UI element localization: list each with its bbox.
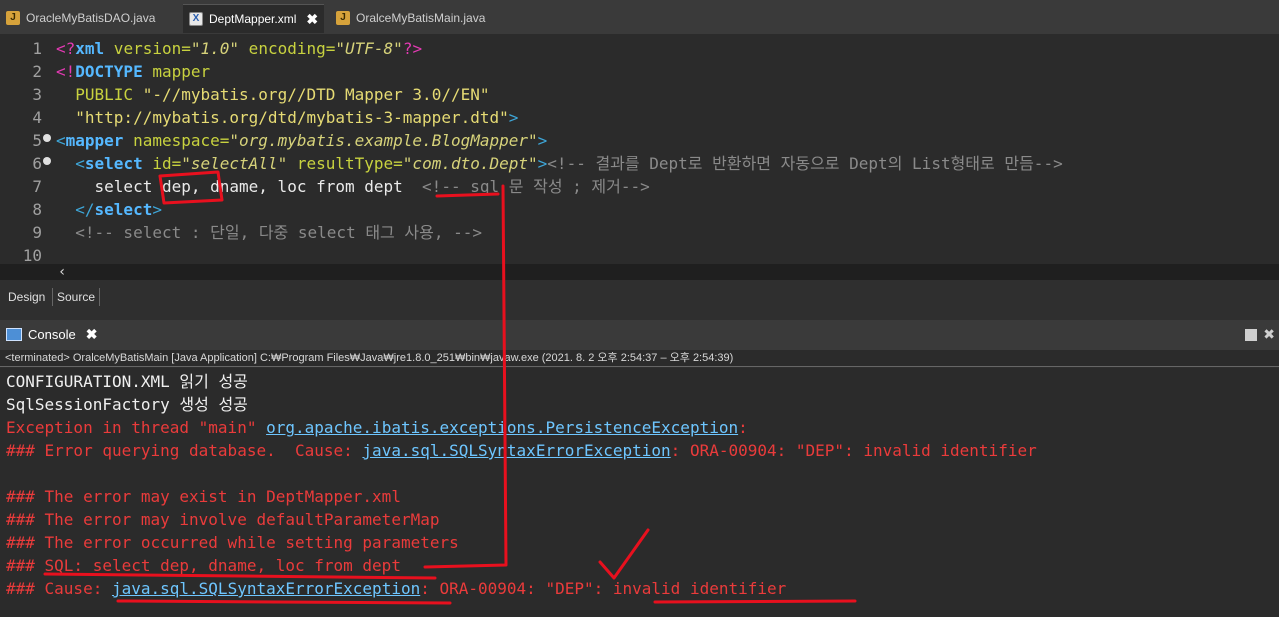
console-line: Exception in thread "main" org.apache.ib… bbox=[6, 418, 748, 437]
java-file-icon: J bbox=[336, 11, 350, 25]
console-line: ### Error querying database. Cause: java… bbox=[6, 441, 1037, 460]
line-number: 8 bbox=[32, 200, 42, 219]
tab-source[interactable]: Source bbox=[52, 288, 101, 306]
line-number: 1 bbox=[32, 39, 42, 58]
xml-file-icon: X bbox=[189, 12, 203, 26]
code-line-3: PUBLIC "-//mybatis.org//DTD Mapper 3.0//… bbox=[56, 85, 490, 104]
line-number-gutter: 1 2 3 4 5 6 7 8 9 10 bbox=[0, 34, 51, 266]
line-number: 3 bbox=[32, 85, 42, 104]
exception-link[interactable]: org.apache.ibatis.exceptions.Persistence… bbox=[266, 418, 738, 437]
line-number: 2 bbox=[32, 62, 42, 81]
console-line: ### Cause: java.sql.SQLSyntaxErrorExcept… bbox=[6, 579, 787, 598]
close-icon[interactable]: ✖ bbox=[306, 11, 318, 28]
line-number: 7 bbox=[32, 177, 42, 196]
console-line: SqlSessionFactory 생성 성공 bbox=[6, 395, 248, 414]
console-line: ### The error may involve defaultParamet… bbox=[6, 510, 440, 529]
fold-toggle-icon[interactable] bbox=[43, 134, 51, 142]
tab-label: OralceMyBatisMain.java bbox=[356, 11, 486, 25]
code-line-1: <?xml version="1.0" encoding="UTF-8"?> bbox=[56, 39, 423, 58]
java-file-icon: J bbox=[6, 11, 20, 25]
tab-oracle-mybatis-dao[interactable]: J OracleMyBatisDAO.java bbox=[6, 7, 155, 29]
code-line-6: <select id="selectAll" resultType="com.d… bbox=[56, 154, 1063, 173]
maximize-icon[interactable]: ✖ bbox=[1263, 326, 1275, 343]
xml-editor[interactable]: 1 2 3 4 5 6 7 8 9 10 <?xml version="1.0"… bbox=[0, 34, 1279, 266]
tab-label: OracleMyBatisDAO.java bbox=[26, 11, 156, 25]
horizontal-scrollbar[interactable]: ‹ bbox=[0, 264, 1279, 280]
code-line-9: <!-- select : 단일, 다중 select 태그 사용, --> bbox=[56, 223, 483, 242]
console-status-line: <terminated> OralceMyBatisMain [Java App… bbox=[0, 350, 1279, 367]
line-number: 9 bbox=[32, 223, 42, 242]
code-line-7: select dep, dname, loc from dept <!-- sq… bbox=[56, 177, 650, 196]
console-output[interactable]: CONFIGURATION.XML 읽기 성공 SqlSessionFactor… bbox=[0, 368, 1279, 617]
tab-label: DeptMapper.xml bbox=[209, 12, 297, 26]
editor-mode-tabs: Design Source bbox=[0, 284, 1279, 310]
editor-tab-bar: J OracleMyBatisDAO.java X DeptMapper.xml… bbox=[0, 0, 1279, 34]
console-line: ### The error occurred while setting par… bbox=[6, 533, 459, 552]
console-tab-bar: Console ✖ ✖ bbox=[0, 320, 1279, 350]
code-line-4: "http://mybatis.org/dtd/mybatis-3-mapper… bbox=[75, 108, 519, 127]
view-controls: ✖ bbox=[1245, 326, 1275, 343]
line-number: 6 bbox=[32, 154, 42, 173]
close-icon[interactable]: ✖ bbox=[86, 326, 98, 343]
code-line-8: </select> bbox=[56, 200, 162, 219]
exception-link[interactable]: java.sql.SQLSyntaxErrorException bbox=[112, 579, 420, 598]
tab-dept-mapper-xml[interactable]: X DeptMapper.xml ✖ bbox=[183, 4, 325, 33]
console-tab-label: Console bbox=[28, 327, 76, 342]
code-line-2: <!DOCTYPE mapper bbox=[56, 62, 211, 81]
console-line: ### The error may exist in DeptMapper.xm… bbox=[6, 487, 401, 506]
scroll-left-icon[interactable]: ‹ bbox=[58, 264, 66, 280]
code-line-5: <mapper namespace="org.mybatis.example.B… bbox=[56, 131, 548, 150]
fold-toggle-icon[interactable] bbox=[43, 157, 51, 165]
tab-console[interactable]: Console ✖ bbox=[6, 326, 97, 343]
tab-oralce-mybatis-main[interactable]: J OralceMyBatisMain.java bbox=[336, 7, 485, 29]
tab-design[interactable]: Design bbox=[4, 288, 49, 306]
line-number: 5 bbox=[32, 131, 42, 150]
console-line: CONFIGURATION.XML 읽기 성공 bbox=[6, 372, 248, 391]
minimize-icon[interactable] bbox=[1245, 329, 1258, 341]
line-number: 4 bbox=[32, 108, 42, 127]
console-icon bbox=[6, 328, 22, 341]
console-line: ### SQL: select dep, dname, loc from dep… bbox=[6, 556, 401, 575]
exception-link[interactable]: java.sql.SQLSyntaxErrorException bbox=[362, 441, 670, 460]
